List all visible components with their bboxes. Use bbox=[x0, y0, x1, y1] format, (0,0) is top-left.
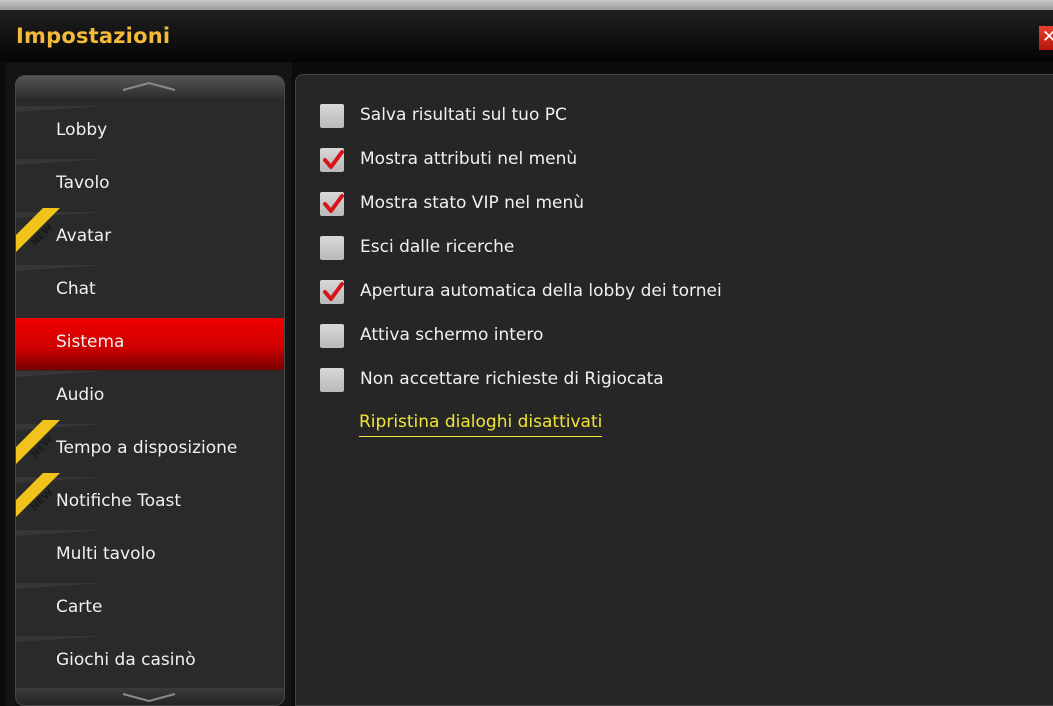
option-label: Apertura automatica della lobby dei torn… bbox=[360, 281, 722, 301]
sidebar-item-audio[interactable]: Audio bbox=[16, 371, 284, 423]
sidebar-item-label: Carte bbox=[56, 597, 103, 617]
sidebar-item-avatar[interactable]: NEW Avatar bbox=[16, 208, 284, 264]
checkbox[interactable] bbox=[320, 192, 344, 216]
sidebar-item-tempo[interactable]: NEW Tempo a disposizione bbox=[16, 420, 284, 476]
sidebar-item-label: Sistema bbox=[56, 332, 125, 352]
title-bar: Impostazioni ✕ bbox=[0, 10, 1053, 62]
checkmark-icon bbox=[323, 150, 344, 169]
restore-dialogs-link[interactable]: Ripristina dialoghi disattivati bbox=[359, 412, 603, 437]
scroll-up-button[interactable] bbox=[16, 76, 284, 98]
option-label: Mostra attributi nel menù bbox=[360, 149, 578, 169]
sidebar-item-tavolo[interactable]: Tavolo bbox=[16, 159, 284, 211]
settings-panel: Salva risultati sul tuo PC Mostra attrib… bbox=[295, 74, 1053, 706]
sidebar-item-giochi[interactable]: Giochi da casinò bbox=[16, 636, 284, 688]
close-icon: ✕ bbox=[1042, 27, 1053, 47]
sidebar-item-label: Avatar bbox=[56, 226, 112, 246]
top-strip bbox=[0, 0, 1053, 10]
sidebar-item-label: Tempo a disposizione bbox=[56, 438, 238, 458]
window-title: Impostazioni bbox=[16, 24, 171, 48]
chevron-down-icon bbox=[122, 693, 176, 703]
option-label: Non accettare richieste di Rigiocata bbox=[360, 369, 664, 389]
checkbox[interactable] bbox=[320, 368, 344, 392]
sidebar-item-label: Chat bbox=[56, 279, 96, 299]
sidebar: Lobby Tavolo NEW Avatar Chat Sistema Aud… bbox=[15, 75, 285, 706]
option-label: Mostra stato VIP nel menù bbox=[360, 193, 585, 213]
scroll-down-button[interactable] bbox=[16, 688, 284, 705]
sidebar-item-label: Lobby bbox=[56, 120, 108, 140]
sidebar-item-label: Tavolo bbox=[56, 173, 110, 193]
checkbox[interactable] bbox=[320, 324, 344, 348]
sidebar-item-chat[interactable]: Chat bbox=[16, 265, 284, 317]
option-label: Salva risultati sul tuo PC bbox=[360, 105, 567, 125]
sidebar-item-carte[interactable]: Carte bbox=[16, 583, 284, 635]
checkmark-icon bbox=[323, 282, 344, 301]
sidebar-item-sistema[interactable]: Sistema bbox=[16, 318, 284, 370]
option-label: Attiva schermo intero bbox=[360, 325, 544, 345]
checkbox[interactable] bbox=[320, 148, 344, 172]
sidebar-item-lobby[interactable]: Lobby bbox=[16, 106, 284, 158]
sidebar-item-label: Audio bbox=[56, 385, 105, 405]
checkbox[interactable] bbox=[320, 280, 344, 304]
sidebar-item-label: Multi tavolo bbox=[56, 544, 156, 564]
checkbox[interactable] bbox=[320, 236, 344, 260]
close-button[interactable]: ✕ bbox=[1039, 26, 1053, 50]
sidebar-item-label: Giochi da casinò bbox=[56, 650, 196, 670]
checkmark-icon bbox=[323, 194, 344, 213]
option-label: Esci dalle ricerche bbox=[360, 237, 515, 257]
sidebar-item-label: Notifiche Toast bbox=[56, 491, 182, 511]
sidebar-item-multi-tavolo[interactable]: Multi tavolo bbox=[16, 530, 284, 582]
chevron-up-icon bbox=[122, 81, 176, 91]
sidebar-item-notifiche[interactable]: NEW Notifiche Toast bbox=[16, 473, 284, 529]
checkbox[interactable] bbox=[320, 104, 344, 128]
